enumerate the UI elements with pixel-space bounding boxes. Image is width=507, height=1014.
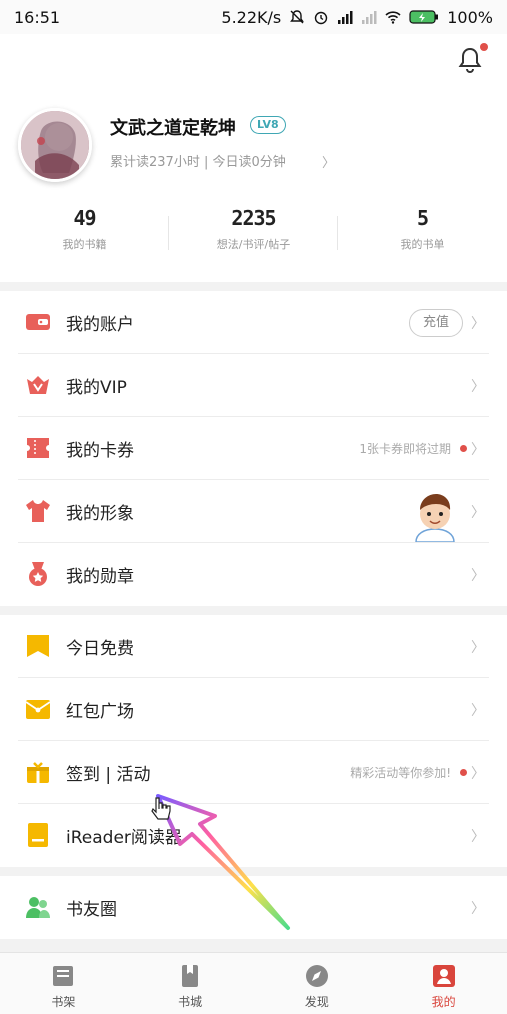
signal-icon [338, 11, 353, 24]
wallet-icon [26, 314, 50, 330]
menu-item-checkin[interactable]: 签到 | 活动 精彩活动等你参加! 〉 [0, 741, 507, 804]
stat-label: 想法/书评/帖子 [216, 238, 291, 251]
menu-label: 我的勋章 [66, 567, 134, 587]
notification-bell-icon[interactable] [457, 46, 483, 74]
tab-label: 发现 [304, 995, 329, 1009]
stat-label: 我的书单 [400, 238, 445, 251]
profile-stats: 49 我的书籍 2235 想法/书评/帖子 5 我的书单 [0, 206, 507, 262]
chevron-right-icon: 〉 [471, 828, 485, 845]
ticket-icon [27, 438, 49, 458]
wifi-icon [385, 11, 401, 24]
status-bar: 16:51 5.22K/s 100% [0, 0, 507, 34]
chevron-right-icon: 〉 [471, 441, 485, 458]
gift-icon [27, 762, 49, 783]
cartoon-avatar-icon [415, 494, 455, 542]
coupon-expiry-hint: 1张卡券即将过期 [359, 442, 451, 456]
menu-label: 我的卡券 [66, 441, 134, 461]
reading-stats[interactable]: 累计读237小时 | 今日读0分钟 [110, 151, 286, 170]
menu-group-social: 书友圈 〉 [0, 876, 507, 939]
stat-books[interactable]: 49 我的书籍 [0, 206, 169, 262]
alarm-icon [315, 11, 328, 25]
username[interactable]: 文武之道定乾坤 [110, 114, 236, 140]
bookstore-icon [182, 965, 199, 987]
compass-icon [305, 965, 328, 987]
status-time: 16:51 [14, 7, 61, 27]
chevron-right-icon: 〉 [471, 315, 485, 332]
chevron-right-icon: 〉 [471, 639, 485, 656]
red-dot-badge [460, 769, 467, 776]
level-badge: LV8 [250, 116, 286, 134]
tab-profile[interactable]: 我的 [380, 953, 507, 1014]
vip-crown-icon [27, 376, 49, 394]
chevron-right-icon: 〉 [471, 900, 485, 917]
medal-icon [29, 562, 47, 586]
tab-bookstore[interactable]: 书城 [127, 953, 254, 1014]
menu-label: 我的账户 [66, 315, 134, 335]
tab-label: 我的 [431, 995, 456, 1009]
tab-discover[interactable]: 发现 [254, 953, 381, 1014]
chevron-right-icon: 〉 [471, 378, 485, 395]
chevron-right-icon: 〉 [471, 567, 485, 584]
activity-hint: 精彩活动等你参加! [350, 766, 451, 780]
menu-item-medals[interactable]: 我的勋章 〉 [0, 543, 507, 606]
menu-label: iReader阅读器 [66, 828, 182, 848]
chevron-right-icon[interactable]: 〉 [322, 152, 335, 171]
mute-icon [290, 10, 305, 24]
chevron-right-icon: 〉 [471, 702, 485, 719]
menu-label: 签到 | 活动 [66, 765, 151, 785]
menu-item-free-today[interactable]: 今日免费 〉 [0, 615, 507, 678]
tab-label: 书城 [178, 995, 203, 1009]
menu-item-avatar-style[interactable]: 我的形象 〉 [0, 480, 507, 543]
chevron-right-icon: 〉 [471, 765, 485, 782]
tab-label: 书架 [51, 995, 76, 1009]
bottom-tab-bar: 书架 书城 发现 我的 [0, 952, 507, 1014]
signal-empty-icon [362, 11, 377, 24]
avatar[interactable] [18, 108, 92, 182]
recharge-button[interactable]: 充值 [409, 308, 463, 337]
menu-item-vip[interactable]: 我的VIP 〉 [0, 354, 507, 417]
profile-icon [432, 965, 455, 987]
menu-item-book-friends[interactable]: 书友圈 〉 [0, 876, 507, 939]
notification-badge-dot [480, 43, 488, 51]
friends-icon [26, 897, 50, 918]
tab-bookshelf[interactable]: 书架 [0, 953, 127, 1014]
red-packet-icon [25, 700, 51, 719]
stat-value: 49 [73, 206, 96, 230]
menu-item-coupons[interactable]: 我的卡券 1张卡券即将过期 〉 [0, 417, 507, 480]
stat-value: 2235 [231, 206, 276, 230]
stat-label: 我的书籍 [62, 238, 107, 251]
stat-booklists[interactable]: 5 我的书单 [338, 206, 507, 262]
menu-label: 今日免费 [66, 639, 134, 659]
menu-label: 红包广场 [66, 702, 134, 722]
network-speed: 5.22K/s [221, 7, 282, 27]
ereader-device-icon [28, 823, 48, 847]
menu-label: 我的形象 [66, 504, 134, 524]
red-dot-badge [460, 445, 467, 452]
menu-item-red-packet[interactable]: 红包广场 〉 [0, 678, 507, 741]
menu-group-account: 我的账户 充值 〉 我的VIP 〉 我的卡券 1张卡券即将过期 〉 我的形象 〉… [0, 291, 507, 606]
avatar-image [21, 111, 89, 179]
battery-level: 100% [447, 7, 493, 27]
menu-label: 我的VIP [66, 378, 127, 398]
bookmark-flag-icon [27, 635, 49, 657]
stat-value: 5 [416, 206, 429, 230]
menu-label: 书友圈 [66, 900, 117, 920]
menu-item-ireader-device[interactable]: iReader阅读器 〉 [0, 804, 507, 867]
tshirt-icon [26, 500, 50, 522]
menu-group-activities: 今日免费 〉 红包广场 〉 签到 | 活动 精彩活动等你参加! 〉 iReade… [0, 615, 507, 867]
chevron-right-icon: 〉 [471, 504, 485, 521]
battery-icon [409, 10, 439, 24]
stat-posts[interactable]: 2235 想法/书评/帖子 [169, 206, 338, 262]
bookshelf-icon [53, 966, 74, 986]
menu-item-account[interactable]: 我的账户 充值 〉 [0, 291, 507, 354]
